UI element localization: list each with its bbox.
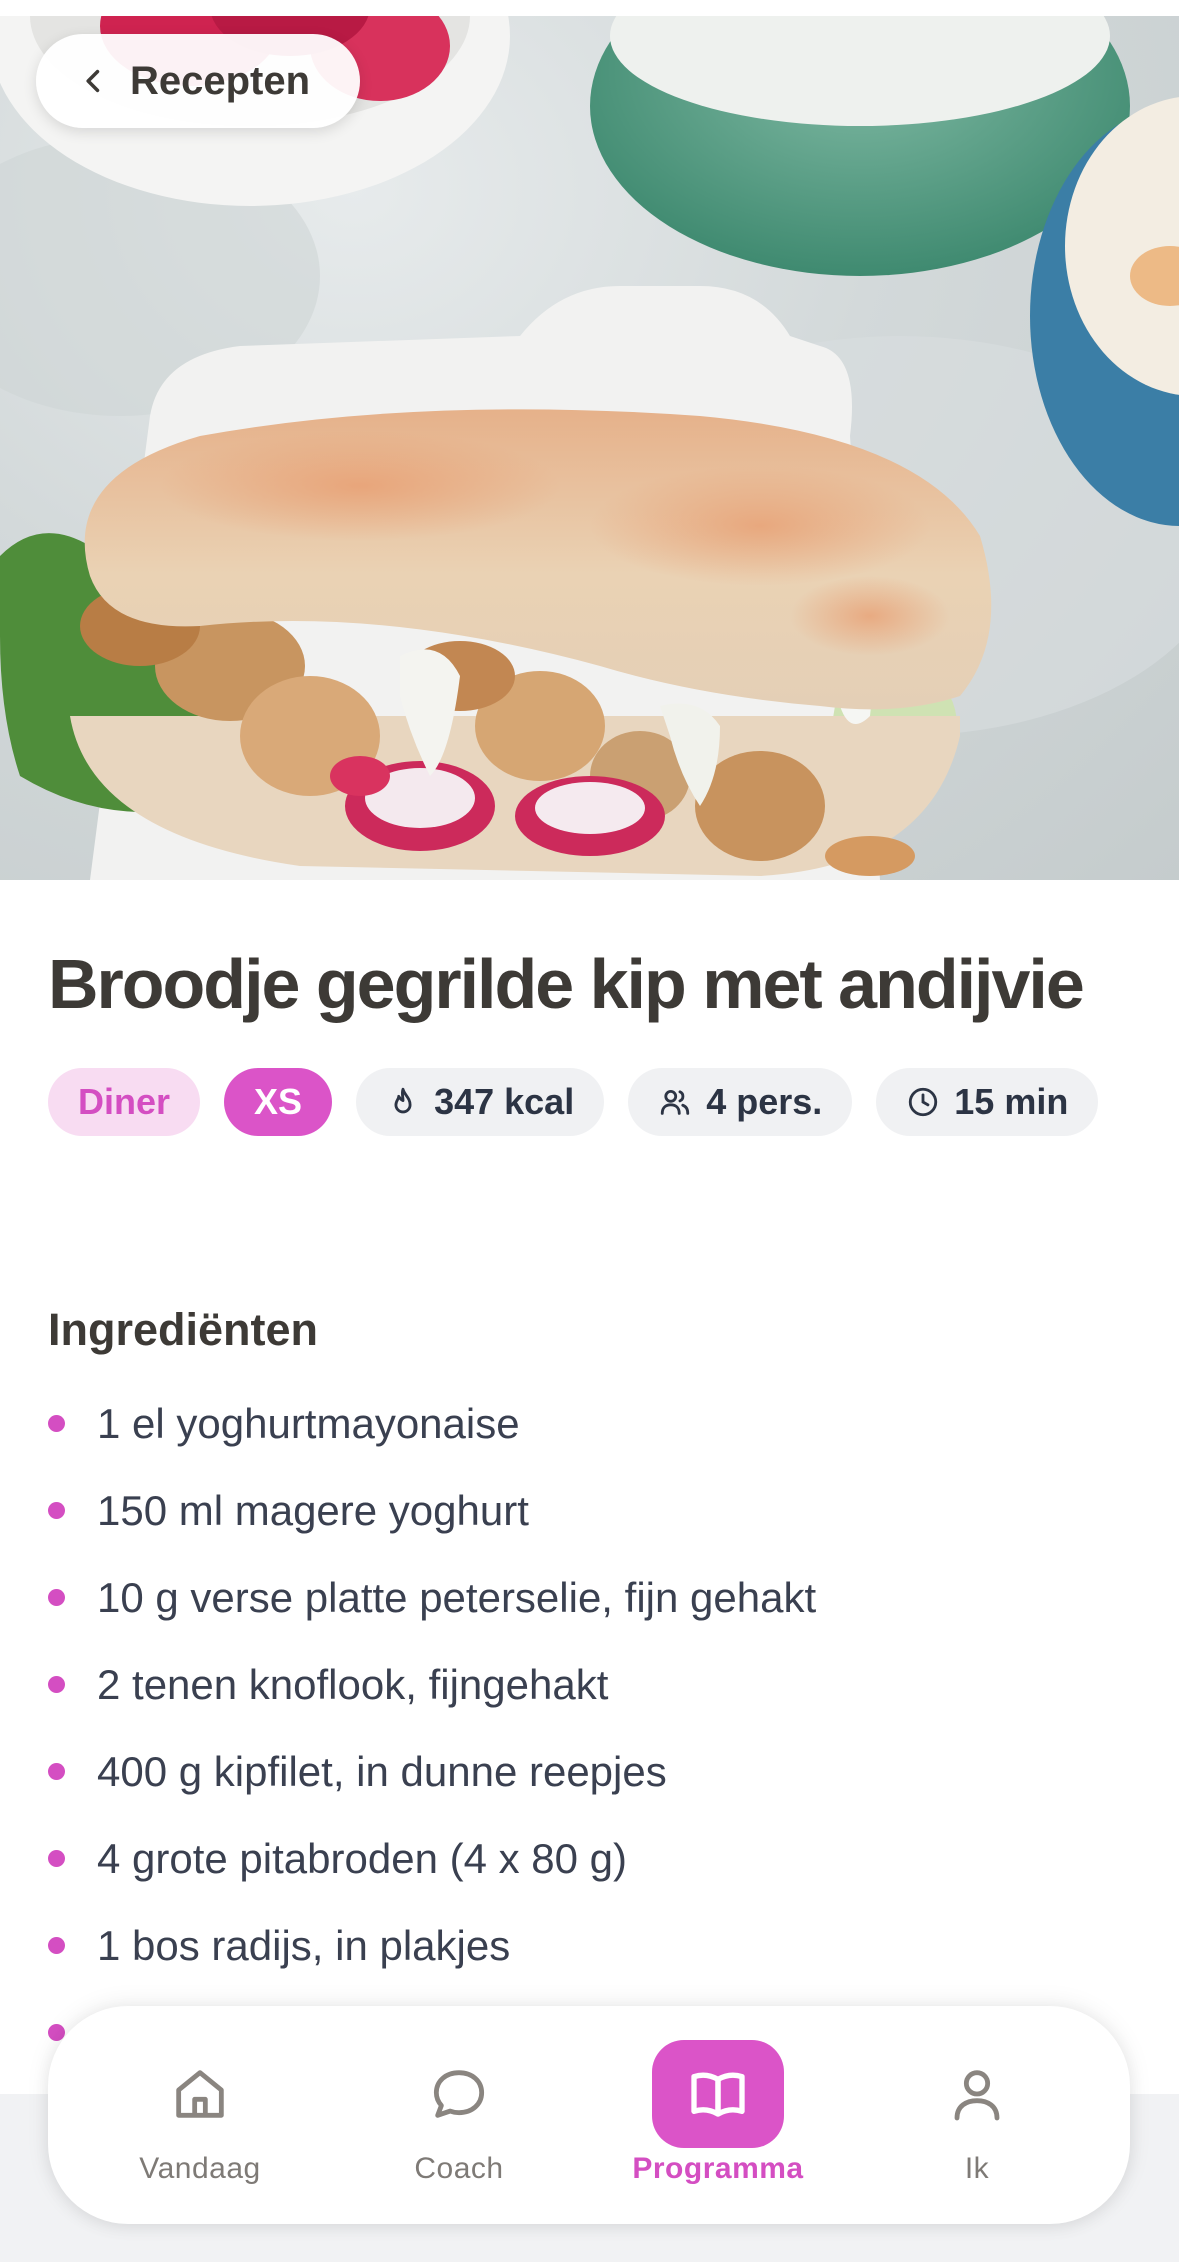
- servings-label: 4 pers.: [706, 1081, 823, 1122]
- bullet-dot: [48, 1937, 65, 1954]
- recipe-hero-image: [0, 16, 1179, 880]
- nav-icon-wrap: [911, 2040, 1043, 2148]
- home-icon: [176, 2070, 224, 2118]
- calories-badge: 347 kcal: [356, 1068, 605, 1136]
- portion-size-label: XS: [254, 1081, 303, 1122]
- meal-type-label: Diner: [78, 1081, 171, 1122]
- bullet-dot: [48, 1850, 65, 1867]
- ingredient-item: 150 ml magere yoghurt: [48, 1467, 1148, 1554]
- ingredients-list: 1 el yoghurtmayonaise 150 ml magere yogh…: [48, 1380, 1148, 2076]
- tab-label: Vandaag: [139, 2152, 261, 2185]
- bullet-dot: [48, 1415, 65, 1432]
- ingredient-text: 1 el yoghurtmayonaise: [97, 1399, 520, 1447]
- prep-time-label: 15 min: [954, 1081, 1069, 1122]
- status-bar-edge: [0, 0, 1179, 16]
- nav-icon-wrap: [652, 2040, 784, 2148]
- bullet-dot: [48, 1589, 65, 1606]
- ingredient-item: 1 el yoghurtmayonaise: [48, 1380, 1148, 1467]
- ingredient-item: 2 tenen knoflook, fijngehakt: [48, 1641, 1148, 1728]
- bullet-dot: [48, 1502, 65, 1519]
- tab-coach[interactable]: Coach: [359, 2040, 559, 2200]
- tab-label: Ik: [964, 2152, 990, 2185]
- ingredient-item: 4 grote pitabroden (4 x 80 g): [48, 1815, 1148, 1902]
- calories-label: 347 kcal: [434, 1081, 575, 1122]
- back-button-label: Recepten: [130, 58, 311, 103]
- ingredient-text: 400 g kipfilet, in dunne reepjes: [97, 1747, 667, 1795]
- ingredient-text: 2 tenen knoflook, fijngehakt: [97, 1660, 609, 1708]
- chat-bubble-icon: [433, 2070, 485, 2118]
- meal-type-badge: Diner: [48, 1068, 201, 1136]
- recipe-title: Broodje gegrilde kip met andijvie: [48, 945, 1085, 1023]
- recipe-photo-illustration: [0, 16, 1179, 880]
- ingredient-text: 150 ml magere yoghurt: [97, 1486, 529, 1534]
- user-icon: [954, 2070, 1000, 2121]
- flame-icon: [394, 1087, 412, 1114]
- nav-icon-wrap: [134, 2040, 266, 2148]
- ingredient-text: 4 grote pitabroden (4 x 80 g): [97, 1834, 628, 1882]
- ingredient-text: 10 g verse platte peterselie, fijn gehak…: [97, 1573, 817, 1621]
- ingredients-heading: Ingrediënten: [48, 1304, 319, 1355]
- users-icon: [661, 1089, 690, 1115]
- ingredient-item: 400 g kipfilet, in dunne reepjes: [48, 1728, 1148, 1815]
- servings-badge: 4 pers.: [628, 1068, 853, 1136]
- tab-programma[interactable]: Programma: [618, 2040, 818, 2200]
- recipe-detail-screen: Recepten Broodje gegrilde kip met andijv…: [0, 0, 1179, 2262]
- ingredient-item: 10 g verse platte peterselie, fijn gehak…: [48, 1554, 1148, 1641]
- portion-size-badge: XS: [224, 1068, 333, 1136]
- book-open-icon: [691, 2072, 745, 2117]
- nav-icon-wrap: [393, 2040, 525, 2148]
- tab-label: Coach: [414, 2152, 504, 2185]
- ingredient-item: 1 bos radijs, in plakjes: [48, 1902, 1148, 1989]
- prep-time-badge: 15 min: [876, 1068, 1099, 1136]
- back-button[interactable]: Recepten: [36, 34, 360, 128]
- ingredient-text: 1 bos radijs, in plakjes: [97, 1921, 511, 1969]
- tab-ik[interactable]: Ik: [877, 2040, 1077, 2200]
- chevron-left-icon: [86, 69, 100, 93]
- clock-icon: [909, 1087, 938, 1117]
- bullet-dot: [48, 1676, 65, 1693]
- tab-vandaag[interactable]: Vandaag: [100, 2040, 300, 2200]
- bullet-dot: [48, 1763, 65, 1780]
- bottom-tab-bar: Vandaag Coach Programma Ik: [48, 2006, 1130, 2224]
- recipe-tags: Diner XS 347 kcal 4 pers. 15 min: [48, 1068, 1138, 1136]
- tab-label: Programma: [632, 2152, 804, 2185]
